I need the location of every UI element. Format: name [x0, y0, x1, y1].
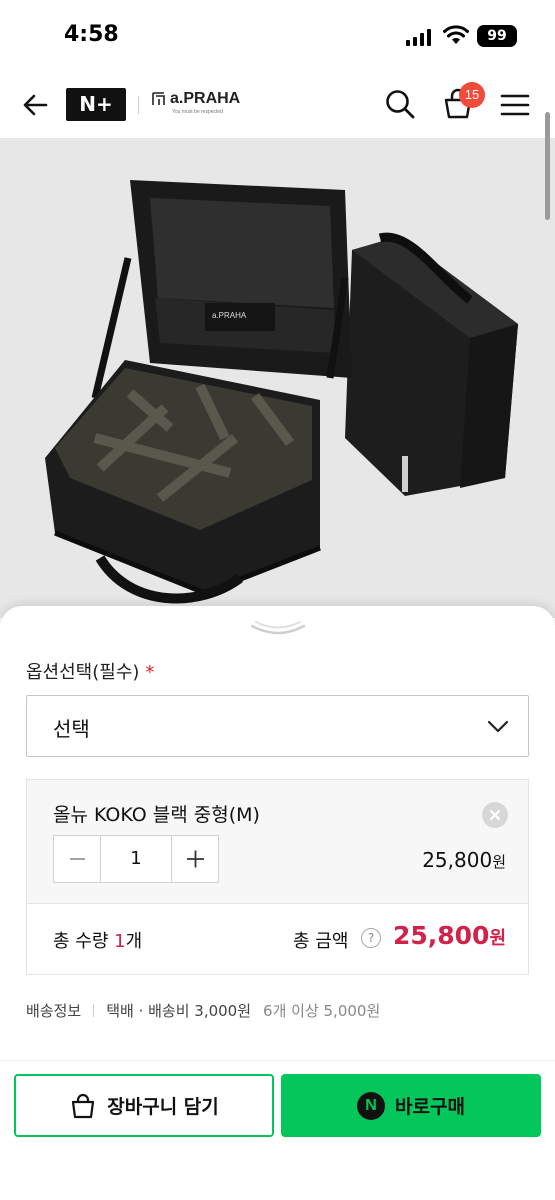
naver-pay-icon: N [357, 1091, 386, 1120]
selected-item-name: 올뉴 KOKO 블랙 중형(M) [53, 804, 260, 826]
battery-indicator: 99 [477, 25, 517, 47]
search-icon[interactable] [384, 88, 416, 120]
shipping-extra: 6개 이상 5,000원 [263, 1002, 381, 1020]
brand-mark-icon [152, 92, 165, 105]
brand-name: a.PRAHA [170, 90, 241, 107]
selected-item-price: 25,800원 [422, 848, 506, 872]
buy-now-button[interactable]: N 바로구매 [281, 1074, 541, 1137]
lid-brand-label: a.PRAHA [212, 311, 247, 320]
option-bottom-sheet: 옵션선택(필수) * 선택 올뉴 KOKO 블랙 중형(M) 1 25,800원… [0, 606, 555, 1200]
chevron-down-icon [487, 720, 509, 733]
close-icon [489, 809, 501, 821]
cart-count-badge: 15 [459, 82, 485, 108]
total-amount-unit: 원 [489, 928, 506, 949]
shopping-bag-icon [72, 1093, 95, 1118]
remove-item-icon[interactable] [482, 802, 508, 828]
brand-tagline: You must be respected [172, 109, 223, 115]
option-select[interactable]: 선택 [26, 695, 529, 757]
add-to-cart-button[interactable]: 장바구니 담기 [14, 1074, 274, 1137]
item-price-unit: 원 [492, 853, 506, 871]
option-select-value: 선택 [53, 717, 90, 741]
footer-divider [0, 1060, 555, 1061]
required-mark: * [145, 662, 155, 683]
shipping-label: 배송정보 [26, 1002, 82, 1020]
total-quantity-label: 총 수량 [53, 931, 109, 952]
total-amount-label: 총 금액 [293, 931, 349, 952]
status-time: 4:58 [64, 22, 119, 47]
selected-option-item: 올뉴 KOKO 블랙 중형(M) 1 25,800원 [26, 779, 529, 903]
total-quantity-value: 1 [114, 931, 126, 952]
buy-now-label: 바로구매 [395, 1096, 465, 1118]
store-logo[interactable]: N+ [66, 88, 126, 121]
sheet-collapse-handle-icon[interactable] [250, 620, 306, 638]
total-quantity-unit: 개 [125, 931, 143, 952]
decrease-quantity-button[interactable] [54, 836, 101, 882]
item-price-value: 25,800 [422, 848, 493, 872]
cellular-signal-icon [406, 28, 431, 46]
minus-icon [70, 858, 85, 860]
shipping-divider [93, 1004, 95, 1017]
order-total: 총 수량 1개 총 금액 ? 25,800원 [26, 903, 529, 975]
cosmetic-case-illustration: a.PRAHA [45, 180, 518, 604]
product-image[interactable]: a.PRAHA [0, 138, 555, 618]
back-arrow-icon[interactable] [20, 90, 50, 120]
menu-icon[interactable] [500, 92, 530, 118]
shipping-method: 택배 · 배송비 3,000원 [106, 1002, 252, 1020]
add-to-cart-label: 장바구니 담기 [107, 1096, 219, 1118]
plus-icon [187, 850, 204, 868]
total-quantity: 총 수량 1개 [53, 927, 142, 953]
quantity-stepper: 1 [53, 835, 219, 883]
option-label: 옵션선택(필수) * [26, 658, 154, 684]
status-bar: 4:58 99 [0, 0, 555, 72]
page-scrollbar[interactable] [545, 112, 550, 220]
increase-quantity-button[interactable] [171, 836, 218, 882]
logo-divider [138, 96, 139, 114]
app-header: N+ a.PRAHA You must be respected 15 [0, 72, 555, 138]
shipping-info: 배송정보 택배 · 배송비 3,000원 6개 이상 5,000원 [26, 1000, 380, 1021]
quantity-value[interactable]: 1 [101, 836, 171, 882]
store-logo-text: N+ [79, 92, 113, 116]
case-side-label [402, 456, 408, 492]
help-icon[interactable]: ? [361, 928, 381, 948]
wifi-icon [443, 25, 469, 44]
option-label-text: 옵션선택(필수) [26, 662, 140, 683]
total-amount: 25,800원 [393, 921, 506, 950]
total-amount-value: 25,800 [392, 921, 490, 950]
